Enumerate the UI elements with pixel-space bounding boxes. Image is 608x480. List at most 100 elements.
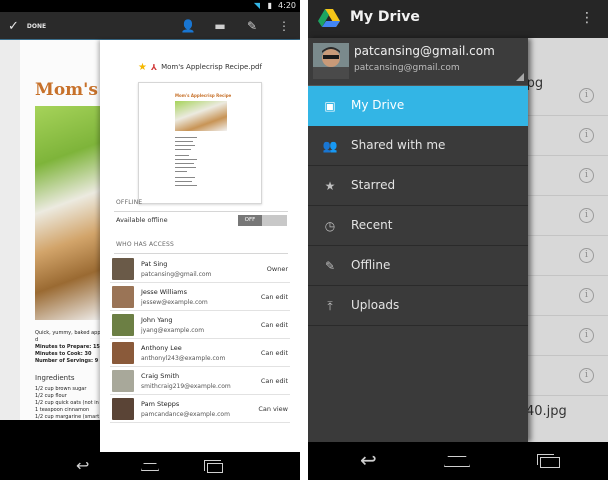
person-name: Pat Sing: [141, 260, 168, 268]
person-role: Can edit: [260, 293, 288, 301]
person-row[interactable]: Pat Sing patcansing@gmail.com Owner: [110, 255, 290, 283]
back-icon[interactable]: ↩: [76, 458, 89, 474]
drive-folder-icon: ▣: [324, 99, 336, 113]
person-name: Anthony Lee: [141, 344, 182, 352]
text-line: Minutes to Prepare: 15: [35, 344, 100, 350]
overflow-menu-icon[interactable]: ⋮: [276, 18, 292, 34]
person-name: Pam Stepps: [141, 400, 180, 408]
drawer-item-label: My Drive: [351, 98, 405, 112]
thumbnail-text-line: [175, 185, 197, 186]
file-thumbnail[interactable]: Mom's Applecrisp Recipe: [138, 82, 262, 204]
info-icon[interactable]: i: [579, 328, 594, 343]
navigation-bar: ↩: [0, 452, 300, 480]
status-time: 4:20: [278, 1, 296, 10]
account-switcher[interactable]: patcansing@gmail.com patcansing@gmail.co…: [308, 38, 528, 86]
person-row[interactable]: Anthony Lee anthonyl243@example.com Can …: [110, 339, 290, 367]
thumbnail-title: Mom's Applecrisp Recipe: [175, 93, 232, 98]
info-icon[interactable]: i: [579, 88, 594, 103]
info-icon[interactable]: i: [579, 248, 594, 263]
pin-icon[interactable]: ✎: [244, 18, 260, 34]
person-role: Can edit: [260, 377, 288, 385]
person-name: John Yang: [141, 316, 173, 324]
drawer-item-label: Recent: [351, 218, 393, 232]
person-name: Craig Smith: [141, 372, 180, 380]
drawer-item-shared-with-me[interactable]: 👥 Shared with me: [308, 126, 528, 166]
info-icon[interactable]: i: [579, 368, 594, 383]
screenshot-root: ◥ ▮ 4:20 ✓ DONE 👤 ▬ ✎ ⋮ Mom's A Quick, y…: [0, 0, 608, 480]
overflow-menu-icon[interactable]: ⋮: [580, 10, 594, 26]
thumbnail-text-line: [175, 159, 197, 160]
add-person-icon[interactable]: 👤: [180, 18, 196, 34]
folder-icon[interactable]: ▬: [212, 18, 228, 34]
document-summary: Quick, yummy, baked apple d Minutes to P…: [35, 330, 105, 365]
info-icon[interactable]: i: [579, 288, 594, 303]
ingredient-item: 1/2 cup brown sugar: [35, 386, 87, 392]
action-bar: ✓ DONE 👤 ▬ ✎ ⋮: [0, 12, 300, 40]
back-icon[interactable]: ↩: [360, 450, 377, 470]
thumbnail-text-line: [175, 181, 192, 182]
clock-icon: ◷: [324, 219, 336, 233]
person-name: Jesse Williams: [141, 288, 187, 296]
drawer-item-my-drive[interactable]: ▣ My Drive: [308, 86, 528, 126]
home-icon[interactable]: [444, 456, 470, 467]
home-icon[interactable]: [141, 463, 159, 471]
available-offline-label: Available offline: [116, 216, 168, 224]
drive-logo-icon[interactable]: [318, 8, 340, 28]
drawer-item-uploads[interactable]: ⤒ Uploads: [308, 286, 528, 326]
thumbnail-photo: [175, 101, 227, 131]
screen-title: My Drive: [350, 9, 420, 25]
ingredient-item: 1/2 cup flour: [35, 393, 67, 399]
drawer-item-label: Offline: [351, 258, 391, 272]
person-role: Can edit: [260, 349, 288, 357]
screen-divider: [300, 0, 308, 480]
person-email: anthonyl243@example.com: [141, 355, 226, 362]
file-name: Mom's Applecrisp Recipe.pdf: [161, 63, 262, 71]
file-name-fragment: 40.jpg: [526, 404, 567, 419]
pdf-icon: ⅄: [151, 62, 158, 72]
avatar: [112, 398, 134, 420]
toggle-knob: OFF: [238, 215, 262, 226]
status-bar: ◥ ▮ 4:20: [0, 0, 300, 12]
done-button[interactable]: ✓ DONE: [8, 17, 46, 35]
info-icon[interactable]: i: [579, 128, 594, 143]
account-sub-email: patcansing@gmail.com: [354, 63, 460, 73]
text-line: Minutes to Cook: 30: [35, 351, 92, 357]
thumbnail-text-line: [175, 163, 194, 164]
person-email: patcansing@gmail.com: [141, 271, 212, 278]
drawer-item-label: Shared with me: [351, 138, 446, 152]
avatar: [112, 258, 134, 280]
person-row[interactable]: Jesse Williams jessew@example.com Can ed…: [110, 283, 290, 311]
drawer-item-offline[interactable]: ✎ Offline: [308, 246, 528, 286]
thumbnail-text-line: [175, 177, 195, 178]
person-row[interactable]: John Yang jyang@example.com Can edit: [110, 311, 290, 339]
offline-header: OFFLINE: [116, 199, 143, 206]
person-email: jessew@example.com: [141, 299, 208, 306]
right-phone-screen: My Drive ⋮ i i i i i i i i jpg 40.jpg pa…: [308, 0, 608, 480]
avatar: [112, 342, 134, 364]
person-role: Can edit: [260, 321, 288, 329]
recents-icon[interactable]: [537, 454, 560, 468]
person-row[interactable]: Craig Smith smithcraig219@example.com Ca…: [110, 367, 290, 395]
person-email: smithcraig219@example.com: [141, 383, 231, 390]
upload-icon: ⤒: [327, 299, 333, 313]
info-icon[interactable]: i: [579, 208, 594, 223]
ingredients-heading: Ingredients: [35, 374, 75, 382]
offline-toggle[interactable]: OFF: [238, 215, 287, 226]
avatar: [112, 286, 134, 308]
thumbnail-text-line: [175, 167, 196, 168]
ingredient-item: 1/2 cup margarine (smart: [35, 414, 100, 420]
document-photo: [35, 106, 107, 320]
person-role: Owner: [266, 265, 288, 273]
recents-icon[interactable]: [204, 460, 223, 473]
drawer-item-recent[interactable]: ◷ Recent: [308, 206, 528, 246]
details-panel: ★ ⅄ Mom's Applecrisp Recipe.pdf Mom's Ap…: [100, 40, 300, 452]
ingredient-item: 1 teaspoon cinnamon: [35, 407, 90, 413]
star-icon[interactable]: ★: [138, 62, 147, 73]
person-email: pamcandance@example.com: [141, 411, 230, 418]
drawer-item-starred[interactable]: ★ Starred: [308, 166, 528, 206]
file-title-row: ★ ⅄ Mom's Applecrisp Recipe.pdf: [100, 60, 300, 74]
info-icon[interactable]: i: [579, 168, 594, 183]
person-row[interactable]: Pam Stepps pamcandance@example.com Can v…: [110, 395, 290, 423]
action-bar: My Drive ⋮: [308, 0, 608, 38]
wifi-icon: ◥: [253, 1, 260, 10]
